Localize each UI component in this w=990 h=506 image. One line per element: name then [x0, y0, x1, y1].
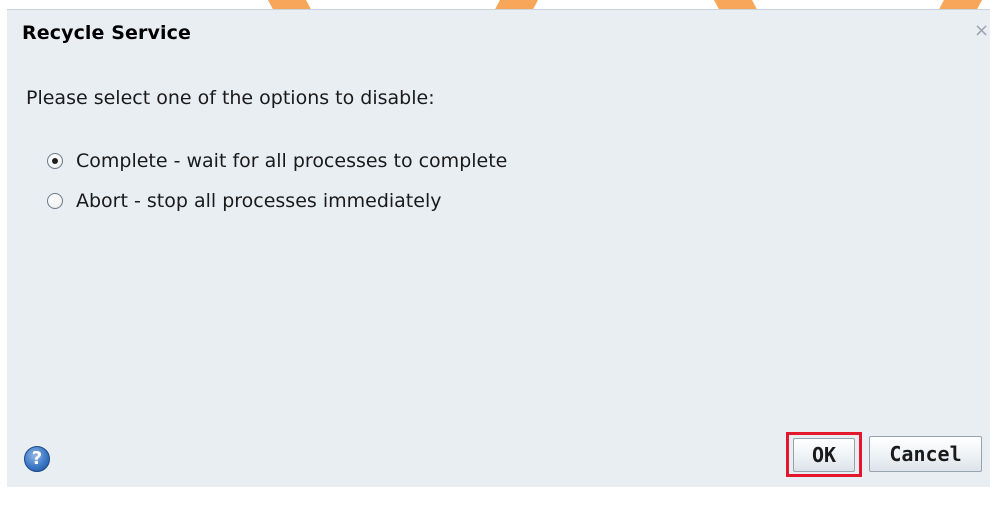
option-complete[interactable]: Complete - wait for all processes to com… [47, 148, 507, 174]
dialog-title-bar[interactable]: Recycle Service × [7, 10, 990, 54]
dialog-prompt: Please select one of the options to disa… [26, 87, 435, 109]
dialog-title: Recycle Service [22, 22, 191, 44]
ok-button[interactable]: OK [793, 438, 855, 472]
radio-icon[interactable] [47, 193, 63, 209]
recycle-service-dialog: Recycle Service × Please select one of t… [7, 9, 990, 487]
cancel-button[interactable]: Cancel [869, 436, 982, 472]
option-abort-label[interactable]: Abort - stop all processes immediately [76, 190, 441, 212]
option-complete-label[interactable]: Complete - wait for all processes to com… [76, 150, 507, 172]
close-icon[interactable]: × [974, 22, 989, 40]
help-icon[interactable]: ? [24, 446, 50, 472]
option-abort[interactable]: Abort - stop all processes immediately [47, 188, 441, 214]
radio-icon[interactable] [47, 153, 63, 169]
screenshot-stage: Recycle Service × Please select one of t… [0, 0, 990, 506]
